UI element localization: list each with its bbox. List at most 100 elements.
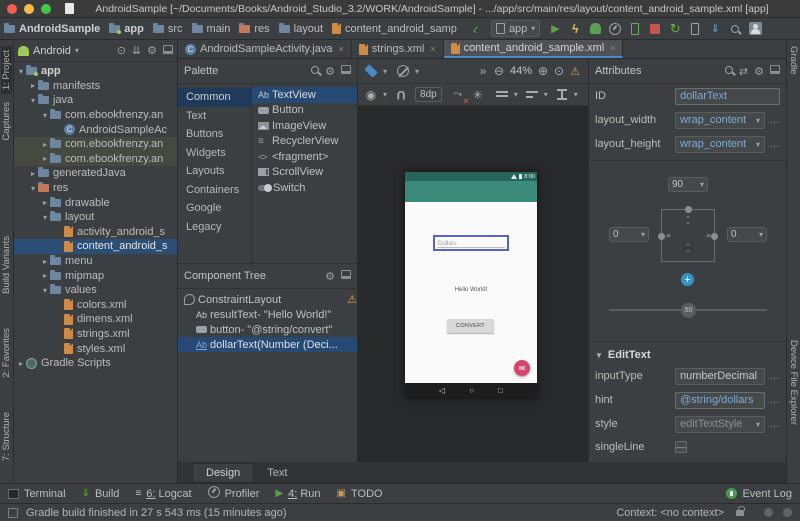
top-margin-select[interactable]: 90▾ <box>668 177 708 192</box>
inputtype-field[interactable]: numberDecimal <box>675 368 765 385</box>
more-button[interactable]: … <box>769 138 780 150</box>
bias-knob[interactable]: 50 <box>681 303 696 318</box>
palette-item-imageview[interactable]: ImageView <box>252 118 357 134</box>
right-anchor[interactable] <box>711 233 718 240</box>
fab-button[interactable]: ✉ <box>514 360 530 376</box>
palette-category-layouts[interactable]: Layouts <box>178 162 251 181</box>
tool-terminal[interactable]: Terminal <box>8 488 66 500</box>
sdk-manager-icon[interactable]: ⇓ <box>706 20 724 38</box>
component-dollartext[interactable]: AbdollarText(Number (Deci... <box>178 337 357 352</box>
breadcrumb-src[interactable]: src <box>153 23 183 35</box>
tool-logcat[interactable]: ≡6: Logcat <box>135 488 191 500</box>
tab-content-android-sample-xml[interactable]: content_android_sample.xml× <box>444 40 624 58</box>
tree-item-layout[interactable]: ▾layout <box>14 210 177 225</box>
tool-tab-device-file-explorer[interactable]: Device File Explorer <box>788 340 799 425</box>
palette-item-button[interactable]: Button <box>252 103 357 119</box>
layout-width-select[interactable]: wrap_content▾ <box>675 112 765 129</box>
tree-item-manifests[interactable]: ▸manifests <box>14 79 177 94</box>
gear-icon[interactable]: ⚙ <box>754 65 764 78</box>
layout-height-select[interactable]: wrap_content▾ <box>675 136 765 153</box>
singleline-checkbox[interactable]: — <box>675 441 687 453</box>
left-margin-select[interactable]: 0▾ <box>609 227 649 242</box>
apply-changes-icon[interactable]: ϟ <box>566 20 584 38</box>
lock-icon[interactable] <box>736 510 744 516</box>
close-icon[interactable]: × <box>338 44 343 54</box>
more-button[interactable]: … <box>769 394 780 406</box>
avatar-icon[interactable] <box>746 20 764 38</box>
pack-icon[interactable] <box>494 86 510 104</box>
resulttext-textview[interactable]: Hello World! <box>405 287 537 293</box>
tree-item-mipmap[interactable]: ▸mipmap <box>14 268 177 283</box>
palette-category-legacy[interactable]: Legacy <box>178 218 251 237</box>
nav-home-icon[interactable]: ○ <box>469 386 474 395</box>
more-button[interactable]: … <box>769 418 780 430</box>
project-view-selector[interactable]: Android <box>33 45 71 57</box>
infer-constraints-icon[interactable]: ✳ <box>470 86 486 104</box>
breadcrumb-layout[interactable]: layout <box>279 23 323 35</box>
tree-item-generatedjava[interactable]: ▸generatedJava <box>14 166 177 181</box>
tree-item-content-xml[interactable]: content_android_s <box>14 239 177 254</box>
tree-item-java[interactable]: ▾java <box>14 93 177 108</box>
id-input[interactable]: dollarText <box>675 88 780 105</box>
event-log-button[interactable]: Event Log <box>726 488 792 500</box>
tab-text[interactable]: Text <box>254 464 300 482</box>
build-hammer-icon[interactable]: ⌐ <box>467 20 485 38</box>
tree-item-strings-xml[interactable]: strings.xml <box>14 327 177 342</box>
orientation-icon[interactable] <box>395 62 411 80</box>
tree-item-class[interactable]: CAndroidSampleAc <box>14 122 177 137</box>
design-canvas[interactable]: 8:00 Dollars Hello World! CONVERT ✉ ◁ ○ … <box>358 106 588 462</box>
left-anchor[interactable] <box>658 233 665 240</box>
zoom-in-icon[interactable]: ⊕ <box>535 62 551 80</box>
palette-item-textview[interactable]: AbTextView <box>252 87 357 103</box>
nav-recent-icon[interactable]: □ <box>498 386 503 395</box>
palette-item-switch[interactable]: Switch <box>252 180 357 196</box>
palette-category-common[interactable]: Common <box>178 88 251 107</box>
run-configuration-select[interactable]: app ▾ <box>491 20 540 37</box>
locate-file-icon[interactable]: ⊙ <box>117 44 126 57</box>
tree-item-menu[interactable]: ▸menu <box>14 254 177 269</box>
guidelines-icon[interactable] <box>554 86 570 104</box>
breadcrumb-project[interactable]: AndroidSample <box>4 23 100 35</box>
view-options-eye-icon[interactable]: ◉ <box>363 86 379 104</box>
zoom-out-icon[interactable]: ⊖ <box>491 62 507 80</box>
dock-icon[interactable] <box>770 65 780 77</box>
palette-category-google[interactable]: Google <box>178 199 251 218</box>
tab-strings-xml[interactable]: strings.xml× <box>352 40 444 58</box>
tree-item-package-test[interactable]: ▸com.ebookfrenzy.an <box>14 152 177 167</box>
minimize-window-button[interactable] <box>24 4 34 14</box>
dollartext-edittext[interactable]: Dollars <box>433 235 509 251</box>
component-button[interactable]: button- "@string/convert" <box>178 322 357 337</box>
more-button[interactable]: … <box>769 114 780 126</box>
edittext-section-header[interactable]: ▼ EditText <box>589 346 786 364</box>
align-icon[interactable] <box>524 86 540 104</box>
autoconnect-magnet-icon[interactable]: U <box>393 86 409 104</box>
tool-build[interactable]: ⇓Build <box>82 488 120 500</box>
horizontal-bias-slider[interactable]: 50 <box>609 303 767 317</box>
style-select[interactable]: editTextStyle▾ <box>675 416 765 433</box>
component-constraintlayout[interactable]: ConstraintLayout⚠ <box>178 292 357 307</box>
zoom-window-button[interactable] <box>41 4 51 14</box>
hint-field[interactable]: @string/dollars <box>675 392 765 409</box>
toolwindow-toggle-icon[interactable] <box>8 508 18 518</box>
run-on-device-icon[interactable] <box>626 20 644 38</box>
search-icon[interactable] <box>311 65 319 77</box>
tree-item-activity-xml[interactable]: activity_android_s <box>14 225 177 240</box>
component-resulttext[interactable]: AbresultText- "Hello World!" <box>178 307 357 322</box>
palette-category-widgets[interactable]: Widgets <box>178 144 251 163</box>
avd-manager-icon[interactable] <box>686 20 704 38</box>
debug-button[interactable] <box>586 20 604 38</box>
right-margin-select[interactable]: 0▾ <box>727 227 767 242</box>
close-icon[interactable]: × <box>430 44 435 54</box>
device-preview[interactable]: 8:00 Dollars Hello World! CONVERT ✉ ◁ ○ … <box>405 172 537 398</box>
tool-tab-structure[interactable]: 7: Structure <box>1 412 12 461</box>
tree-item-styles-xml[interactable]: styles.xml <box>14 341 177 356</box>
tree-item-package-androidtest[interactable]: ▸com.ebookfrenzy.an <box>14 137 177 152</box>
tree-item-values[interactable]: ▾values <box>14 283 177 298</box>
breadcrumb-file[interactable]: content_android_samp <box>332 23 457 35</box>
stop-button[interactable] <box>646 20 664 38</box>
profiler-icon[interactable] <box>606 20 624 38</box>
tool-tab-gradle[interactable]: Gradle <box>788 46 799 75</box>
gear-icon[interactable]: ⚙ <box>325 65 335 78</box>
tool-tab-build-variants[interactable]: Build Variants <box>1 236 12 294</box>
search-everywhere-icon[interactable] <box>726 20 744 38</box>
